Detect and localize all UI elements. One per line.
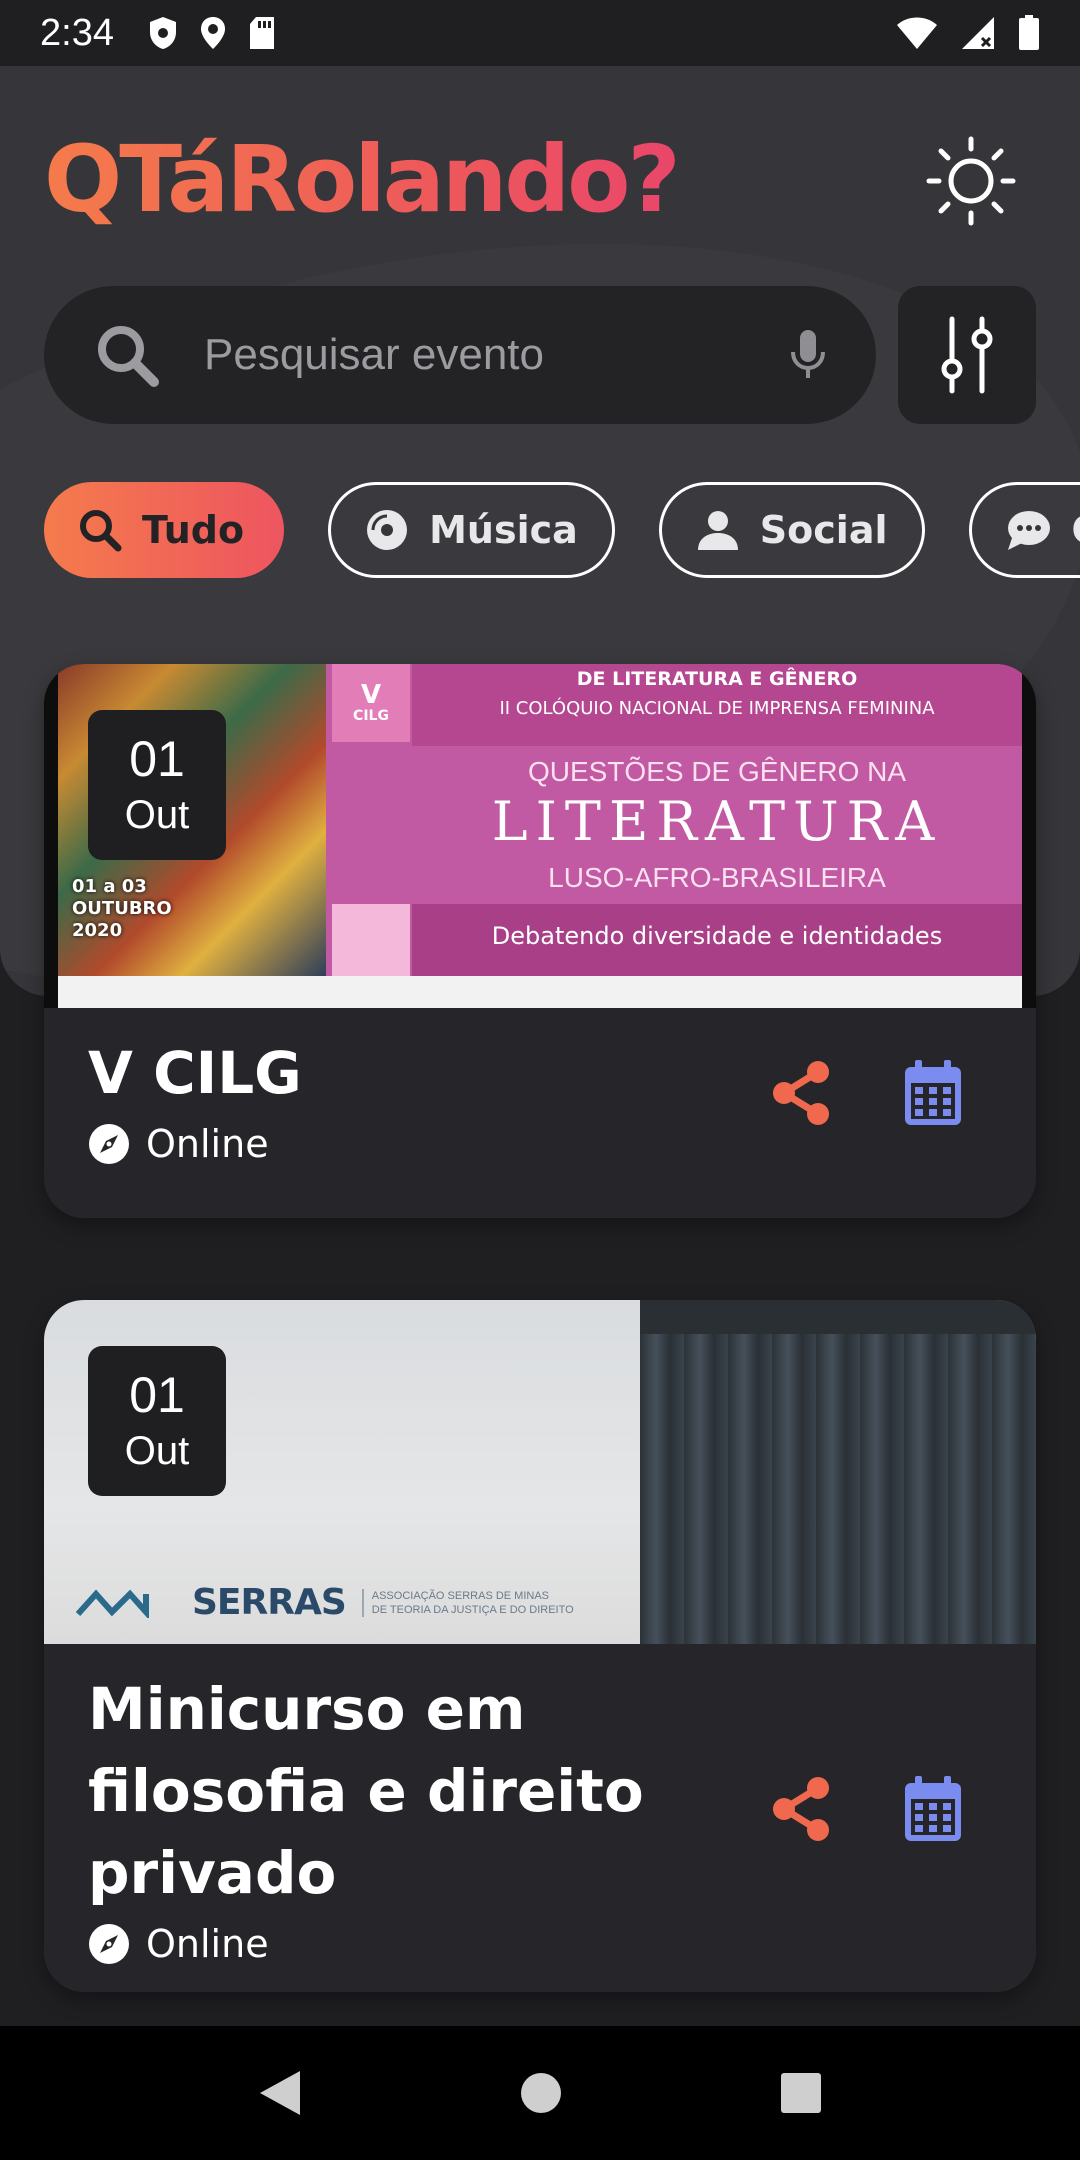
- sd-card-icon: [249, 17, 274, 49]
- poster-logo: V CILG: [332, 664, 410, 742]
- event-banner: 01 a 03 OUTUBRO 2020 V CILG DE LITERATUR…: [44, 664, 1036, 1008]
- category-chips: Tudo Música Social Co: [44, 482, 1080, 578]
- poster-line: LUSO-AFRO-BRASILEIRA: [548, 862, 886, 893]
- sliders-icon: [941, 316, 993, 394]
- share-icon: [773, 1777, 829, 1841]
- poster-line: Debatendo diversidade e identidades: [491, 922, 943, 950]
- logo-subtitle-line: ASSOCIAÇÃO SERRAS DE MINAS: [371, 1589, 550, 1602]
- theme-toggle-button[interactable]: [918, 128, 1024, 234]
- event-location: Online: [88, 1122, 992, 1166]
- event-location: Online: [88, 1922, 992, 1966]
- disc-icon: [367, 510, 408, 550]
- poster-logo-text: CILG: [353, 708, 389, 724]
- event-card[interactable]: 01 a 03 OUTUBRO 2020 V CILG DE LITERATUR…: [44, 664, 1036, 1218]
- compass-icon: [89, 1924, 129, 1964]
- event-actions: [768, 1058, 966, 1128]
- chip-social[interactable]: Social: [658, 482, 925, 578]
- poster-date-line: 2020: [72, 920, 123, 941]
- share-button[interactable]: [768, 1058, 834, 1128]
- app-title: QTáRolando?: [44, 126, 681, 233]
- status-bar: 2:34: [0, 0, 1080, 66]
- poster-logo-v: V: [360, 680, 382, 710]
- share-icon: [773, 1061, 829, 1125]
- event-info: Minicurso em filosofia e direito privado…: [44, 1644, 1036, 1992]
- chip-musica[interactable]: Música: [328, 482, 615, 578]
- date-badge: 01 Out: [88, 1346, 226, 1496]
- chip-tudo[interactable]: Tudo: [44, 482, 285, 578]
- status-time: 2:34: [40, 11, 114, 54]
- poster-line: QUESTÕES DE GÊNERO NA: [527, 756, 907, 787]
- poster-date-line: OUTUBRO: [72, 898, 172, 919]
- columns-image: [640, 1300, 1036, 1644]
- serras-mark-icon: [76, 1589, 149, 1618]
- search-input[interactable]: Pesquisar evento: [204, 330, 790, 380]
- event-title: V CILG: [88, 1039, 302, 1107]
- poster-line: DE LITERATURA E GÊNERO: [576, 668, 858, 690]
- add-to-calendar-button[interactable]: [900, 1774, 966, 1844]
- date-badge: 01 Out: [88, 710, 226, 860]
- serras-logo: SERRAS ASSOCIAÇÃO SERRAS DE MINAS DE TEO…: [76, 1582, 574, 1623]
- event-title: Minicurso em filosofia e direito privado: [88, 1675, 644, 1907]
- poster-sponsors-strip: [58, 976, 1022, 1008]
- event-actions: [768, 1774, 966, 1844]
- date-day: 01: [129, 731, 185, 787]
- poster-date-line: 01 a 03: [72, 876, 147, 897]
- calendar-icon: [905, 1060, 961, 1125]
- chat-icon: [1007, 511, 1050, 550]
- navigation-bar: [0, 2026, 1080, 2160]
- date-month: Out: [124, 1429, 190, 1473]
- share-button[interactable]: [768, 1774, 834, 1844]
- chip-label: Co: [1072, 508, 1080, 552]
- poster-line: II COLÓQUIO NACIONAL DE IMPRENSA FEMININ…: [499, 698, 935, 719]
- logo-subtitle-line: DE TEORIA DA JUSTIÇA E DO DIREITO: [371, 1603, 574, 1616]
- event-card[interactable]: SERRAS ASSOCIAÇÃO SERRAS DE MINAS DE TEO…: [44, 1300, 1036, 1992]
- add-to-calendar-button[interactable]: [900, 1058, 966, 1128]
- compass-icon: [89, 1124, 129, 1164]
- person-icon: [697, 511, 738, 550]
- date-month: Out: [124, 793, 190, 837]
- location-icon: [200, 17, 225, 49]
- poster-dates: 01 a 03 OUTUBRO 2020: [72, 876, 172, 942]
- recents-icon[interactable]: [780, 2072, 822, 2114]
- filter-button[interactable]: [898, 286, 1036, 424]
- shield-icon: [149, 17, 176, 49]
- chip-conversa[interactable]: Co: [968, 482, 1080, 578]
- logo-word: SERRAS: [192, 1582, 347, 1623]
- search-icon: [80, 510, 122, 552]
- calendar-icon: [905, 1776, 961, 1841]
- poster-headline: LITERATURA: [491, 790, 943, 853]
- home-icon[interactable]: [519, 2071, 563, 2115]
- wifi-icon: [897, 17, 937, 49]
- poster-info-box: [332, 904, 410, 976]
- event-location-label: Online: [146, 1922, 269, 1966]
- signal-icon: [962, 17, 994, 49]
- sun-icon: [926, 136, 1016, 226]
- logo-subtitle: ASSOCIAÇÃO SERRAS DE MINAS DE TEORIA DA …: [361, 1588, 574, 1617]
- chip-label: Tudo: [142, 508, 245, 552]
- chip-label: Música: [429, 508, 578, 552]
- columns-cap: [640, 1300, 1036, 1334]
- battery-icon: [1019, 15, 1039, 50]
- event-info: V CILG Online: [44, 1008, 1036, 1206]
- date-day: 01: [129, 1367, 185, 1423]
- event-banner: SERRAS ASSOCIAÇÃO SERRAS DE MINAS DE TEO…: [44, 1300, 1036, 1644]
- microphone-icon[interactable]: [790, 328, 826, 382]
- search-icon: [98, 326, 159, 387]
- event-location-label: Online: [146, 1122, 269, 1166]
- back-icon[interactable]: [258, 2069, 302, 2117]
- chip-label: Social: [759, 508, 888, 552]
- search-bar[interactable]: Pesquisar evento: [44, 286, 876, 424]
